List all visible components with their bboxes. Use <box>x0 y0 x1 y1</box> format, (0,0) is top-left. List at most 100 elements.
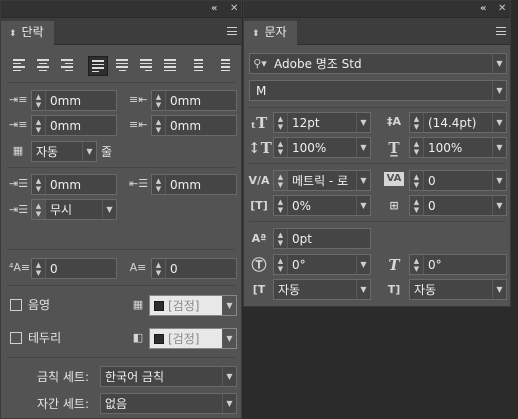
divider <box>7 249 235 250</box>
dropdown-arrow-icon[interactable]: ▼ <box>222 394 236 413</box>
spinner-icon[interactable]: ▲ ▼ <box>274 196 288 215</box>
dropdown-arrow-icon[interactable]: ▼ <box>492 280 506 299</box>
last-line-indent-field[interactable]: ▲ ▼ 0mm <box>151 115 237 136</box>
spinner-icon[interactable]: ▲ ▼ <box>32 259 46 278</box>
tracking-field[interactable]: ▲ ▼ 0 ▼ <box>409 170 507 191</box>
shading-checkbox[interactable] <box>10 299 22 311</box>
dropdown-arrow-icon[interactable]: ▼ <box>222 329 236 348</box>
right-indent-field[interactable]: ▲ ▼ 0mm <box>151 90 237 111</box>
spinner-icon[interactable]: ▲ ▼ <box>152 259 166 278</box>
dropdown-arrow-icon[interactable]: ▼ <box>492 81 506 100</box>
spinner-icon[interactable]: ▲ ▼ <box>274 113 288 132</box>
dropdown-arrow-icon[interactable]: ▼ <box>222 367 236 386</box>
dropdown-arrow-icon[interactable]: ▼ <box>492 113 506 132</box>
dropdown-arrow-icon[interactable]: ▼ <box>356 280 370 299</box>
leading-field[interactable]: ▲ ▼ (14.4pt) ▼ <box>409 112 507 133</box>
space-before-icon: ⇥☰ <box>9 177 29 190</box>
kinsoku-set-select[interactable]: 한국어 금칙 ▼ <box>100 366 237 387</box>
font-size-field[interactable]: ▲ ▼ 12pt ▼ <box>273 112 371 133</box>
aki-after-select[interactable]: 자동 ▼ <box>409 279 507 300</box>
spinner-icon[interactable]: ▲ ▼ <box>274 138 288 157</box>
aki-field[interactable]: ▲ ▼ 0 ▼ <box>409 195 507 216</box>
vertical-scale-icon: ↕T <box>248 139 272 157</box>
chevron-up-down-icon[interactable]: ⬍ <box>9 29 17 39</box>
align-away-from-spine-button[interactable] <box>215 56 233 74</box>
panel-titlebar[interactable]: « ✕ <box>244 1 510 18</box>
align-right-button[interactable] <box>58 56 76 74</box>
dropdown-arrow-icon[interactable]: ▼ <box>102 200 116 219</box>
vertical-scale-field[interactable]: ▲ ▼ 100% ▼ <box>273 137 371 158</box>
spinner-icon[interactable]: ▲ ▼ <box>152 91 166 110</box>
spinner-icon[interactable]: ▲ ▼ <box>32 175 46 194</box>
kerning-field[interactable]: ▲ ▼ 메트릭 - 로 ▼ <box>273 170 371 191</box>
spinner-icon[interactable]: ▲ ▼ <box>32 116 46 135</box>
justify-left-button[interactable] <box>88 56 108 76</box>
spinner-icon[interactable]: ▲ ▼ <box>410 171 424 190</box>
shading-color-select[interactable]: [검정] ▼ <box>149 295 237 316</box>
font-family-select[interactable]: ⚲▾ Adobe 명조 Std ▼ <box>249 53 507 74</box>
baseline-shift-field[interactable]: ▲ ▼ 0pt <box>273 228 371 249</box>
space-before-field[interactable]: ▲ ▼ 0mm <box>31 174 117 195</box>
font-style-select[interactable]: M ▼ <box>249 80 507 101</box>
dropdown-arrow-icon[interactable]: ▼ <box>492 138 506 157</box>
align-center-button[interactable] <box>34 56 52 74</box>
kerning-icon: V/A <box>248 174 270 187</box>
shading-settings-icon[interactable]: ▦ <box>129 296 147 314</box>
drop-cap-chars-field[interactable]: ▲ ▼ 0 <box>151 258 237 279</box>
align-towards-spine-button[interactable] <box>191 56 209 74</box>
collapse-panel-icon[interactable]: « <box>480 2 486 16</box>
border-settings-icon[interactable]: ◧ <box>129 329 147 347</box>
paragraph-panel: « ✕ ⬍ 단락 ⇥≡ ▲ ▼ 0mm ≡⇤ ▲ ▼ 0mm ⇥≡ ▲ ▼ 0mm ≡⇤… <box>0 0 242 419</box>
rotation-field[interactable]: ▲ ▼ 0° ▼ <box>273 254 371 275</box>
panel-titlebar[interactable]: « ✕ <box>1 1 241 18</box>
spinner-icon[interactable]: ▲ ▼ <box>32 200 46 219</box>
drop-cap-number-field[interactable]: ▲ ▼ 0 <box>31 258 117 279</box>
horizontal-scale-field[interactable]: ▲ ▼ 100% ▼ <box>409 137 507 158</box>
spinner-icon[interactable]: ▲ ▼ <box>152 175 166 194</box>
dropdown-arrow-icon[interactable]: ▼ <box>356 196 370 215</box>
spinner-icon[interactable]: ▲ ▼ <box>410 255 424 274</box>
align-to-grid-select[interactable]: ▲ ▼ 무시 ▼ <box>31 199 117 220</box>
aki-before-select[interactable]: 자동 ▼ <box>273 279 371 300</box>
dropdown-arrow-icon[interactable]: ▼ <box>356 255 370 274</box>
border-color-select[interactable]: [검정] ▼ <box>149 328 237 349</box>
chevron-up-down-icon[interactable]: ⬍ <box>252 29 260 39</box>
skew-field[interactable]: ▲ ▼ 0° <box>409 254 507 275</box>
dropdown-arrow-icon[interactable]: ▼ <box>82 142 96 161</box>
spinner-icon[interactable]: ▲ ▼ <box>410 138 424 157</box>
dropdown-arrow-icon[interactable]: ▼ <box>356 171 370 190</box>
divider <box>7 357 235 358</box>
space-after-field[interactable]: ▲ ▼ 0mm <box>151 174 237 195</box>
justify-all-button[interactable] <box>161 56 179 74</box>
left-indent-field[interactable]: ▲ ▼ 0mm <box>31 90 117 111</box>
tab-character[interactable]: ⬍ 문자 <box>244 21 297 45</box>
spinner-icon[interactable]: ▲ ▼ <box>274 229 288 248</box>
align-left-button[interactable] <box>10 56 28 74</box>
dropdown-arrow-icon[interactable]: ▼ <box>222 296 236 315</box>
dropdown-arrow-icon[interactable]: ▼ <box>492 196 506 215</box>
spinner-icon[interactable]: ▲ ▼ <box>152 116 166 135</box>
collapse-panel-icon[interactable]: « <box>211 2 217 16</box>
drop-cap-lines-select[interactable]: 자동 ▼ <box>31 141 97 162</box>
panel-menu-icon[interactable] <box>227 27 237 35</box>
spinner-icon[interactable]: ▲ ▼ <box>274 255 288 274</box>
dropdown-arrow-icon[interactable]: ▼ <box>356 113 370 132</box>
close-panel-icon[interactable]: ✕ <box>498 2 506 16</box>
spinner-icon[interactable]: ▲ ▼ <box>410 196 424 215</box>
spinner-icon[interactable]: ▲ ▼ <box>32 91 46 110</box>
spinner-icon[interactable]: ▲ ▼ <box>274 171 288 190</box>
close-panel-icon[interactable]: ✕ <box>230 2 238 16</box>
dropdown-arrow-icon[interactable]: ▼ <box>356 138 370 157</box>
border-checkbox[interactable] <box>10 332 22 344</box>
justify-right-button[interactable] <box>137 56 155 74</box>
justify-center-button[interactable] <box>113 56 131 74</box>
tsume-field[interactable]: ▲ ▼ 0% ▼ <box>273 195 371 216</box>
dropdown-arrow-icon[interactable]: ▼ <box>492 171 506 190</box>
tab-paragraph[interactable]: ⬍ 단락 <box>1 21 54 45</box>
spinner-icon[interactable]: ▲ ▼ <box>410 113 424 132</box>
first-line-indent-field[interactable]: ▲ ▼ 0mm <box>31 115 117 136</box>
dropdown-arrow-icon[interactable]: ▼ <box>492 54 506 73</box>
search-icon[interactable]: ⚲▾ <box>250 57 270 70</box>
mojikumi-set-select[interactable]: 없음 ▼ <box>100 393 237 414</box>
panel-menu-icon[interactable] <box>496 27 506 35</box>
